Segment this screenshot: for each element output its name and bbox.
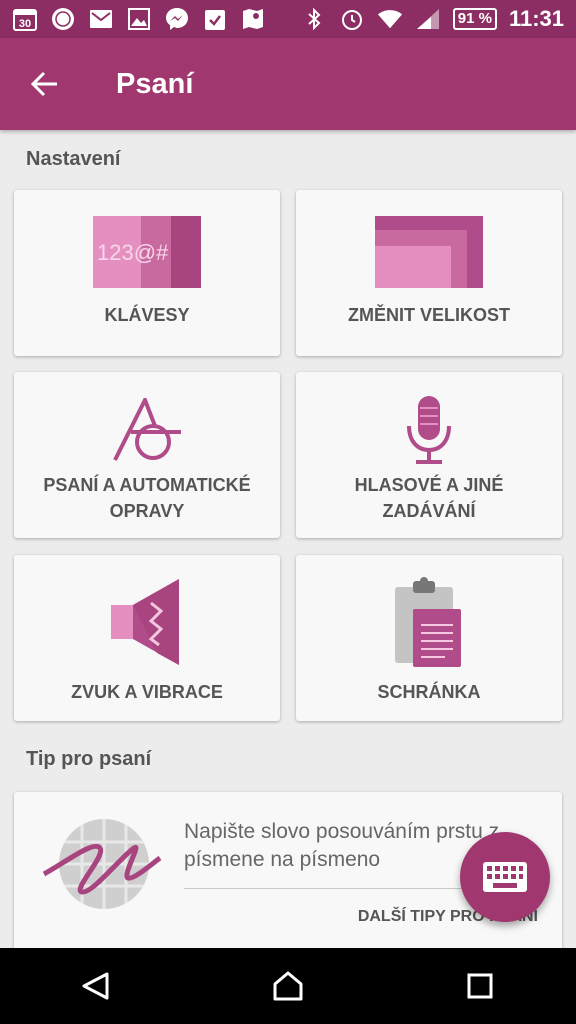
tile-sound-vibration-label: ZVUK A VIBRACE xyxy=(71,682,223,702)
tile-clipboard[interactable]: SCHRÁNKA xyxy=(296,555,562,721)
tip-heading: Tip pro psaní xyxy=(26,748,152,770)
autocorrect-illustration xyxy=(111,372,183,472)
microphone-icon xyxy=(406,372,452,472)
settings-heading: Nastavení xyxy=(26,148,121,170)
messenger-icon xyxy=(164,6,190,32)
keyboard-icon xyxy=(483,862,527,892)
gallery-icon xyxy=(126,6,152,32)
tile-autocorrect-label: PSANÍ A AUTOMATICKÉ OPRAVY xyxy=(43,475,251,521)
battery-indicator: 91 % xyxy=(452,8,497,30)
back-arrow-icon xyxy=(30,71,57,97)
calendar-day: 30 xyxy=(19,18,31,30)
bluetooth-icon xyxy=(301,6,327,32)
maps-icon xyxy=(240,6,266,32)
tile-resize[interactable]: ZMĚNIT VELIKOST xyxy=(296,190,562,356)
nav-recents-icon xyxy=(467,973,493,999)
signal-icon xyxy=(415,6,441,32)
clock: 11:31 xyxy=(508,6,564,31)
calendar-icon: 30 xyxy=(12,6,38,32)
tile-sound-vibration[interactable]: ZVUK A VIBRACE xyxy=(14,555,280,721)
app-bar: Psaní xyxy=(0,38,576,130)
tile-clipboard-label: SCHRÁNKA xyxy=(377,682,481,702)
tile-keys-label: KLÁVESY xyxy=(104,305,190,325)
keys-art-text: 123@# xyxy=(97,240,169,265)
swipe-gesture-illustration xyxy=(42,818,162,910)
nav-home-icon xyxy=(273,971,303,1001)
nav-recents-button[interactable] xyxy=(450,956,510,1016)
mi-app-icon xyxy=(50,6,76,32)
nav-back-button[interactable] xyxy=(66,956,126,1016)
clipboard-icon xyxy=(395,555,463,679)
page-title: Psaní xyxy=(116,67,194,100)
gmail-icon xyxy=(88,6,114,32)
clipboard-check-icon xyxy=(202,6,228,32)
resize-illustration xyxy=(375,190,483,302)
nav-home-button[interactable] xyxy=(258,956,318,1016)
wifi-icon xyxy=(377,6,403,32)
keys-illustration: 123@# xyxy=(93,190,201,302)
back-button[interactable] xyxy=(0,38,90,130)
speaker-icon xyxy=(111,555,183,679)
nav-back-icon xyxy=(82,972,109,1000)
tile-voice-input[interactable]: HLASOVÉ A JINÉ ZADÁVÁNÍ xyxy=(296,372,562,538)
system-nav-bar xyxy=(0,948,576,1024)
tile-autocorrect[interactable]: PSANÍ A AUTOMATICKÉ OPRAVY xyxy=(14,372,280,538)
tile-resize-label: ZMĚNIT VELIKOST xyxy=(348,305,510,325)
keyboard-fab[interactable] xyxy=(460,832,550,922)
tile-voice-input-label: HLASOVÉ A JINÉ ZADÁVÁNÍ xyxy=(354,475,504,521)
tile-keys[interactable]: 123@# KLÁVESY xyxy=(14,190,280,356)
status-bar: 30 91 % 11:31 xyxy=(0,0,576,38)
alarm-icon xyxy=(339,6,365,32)
